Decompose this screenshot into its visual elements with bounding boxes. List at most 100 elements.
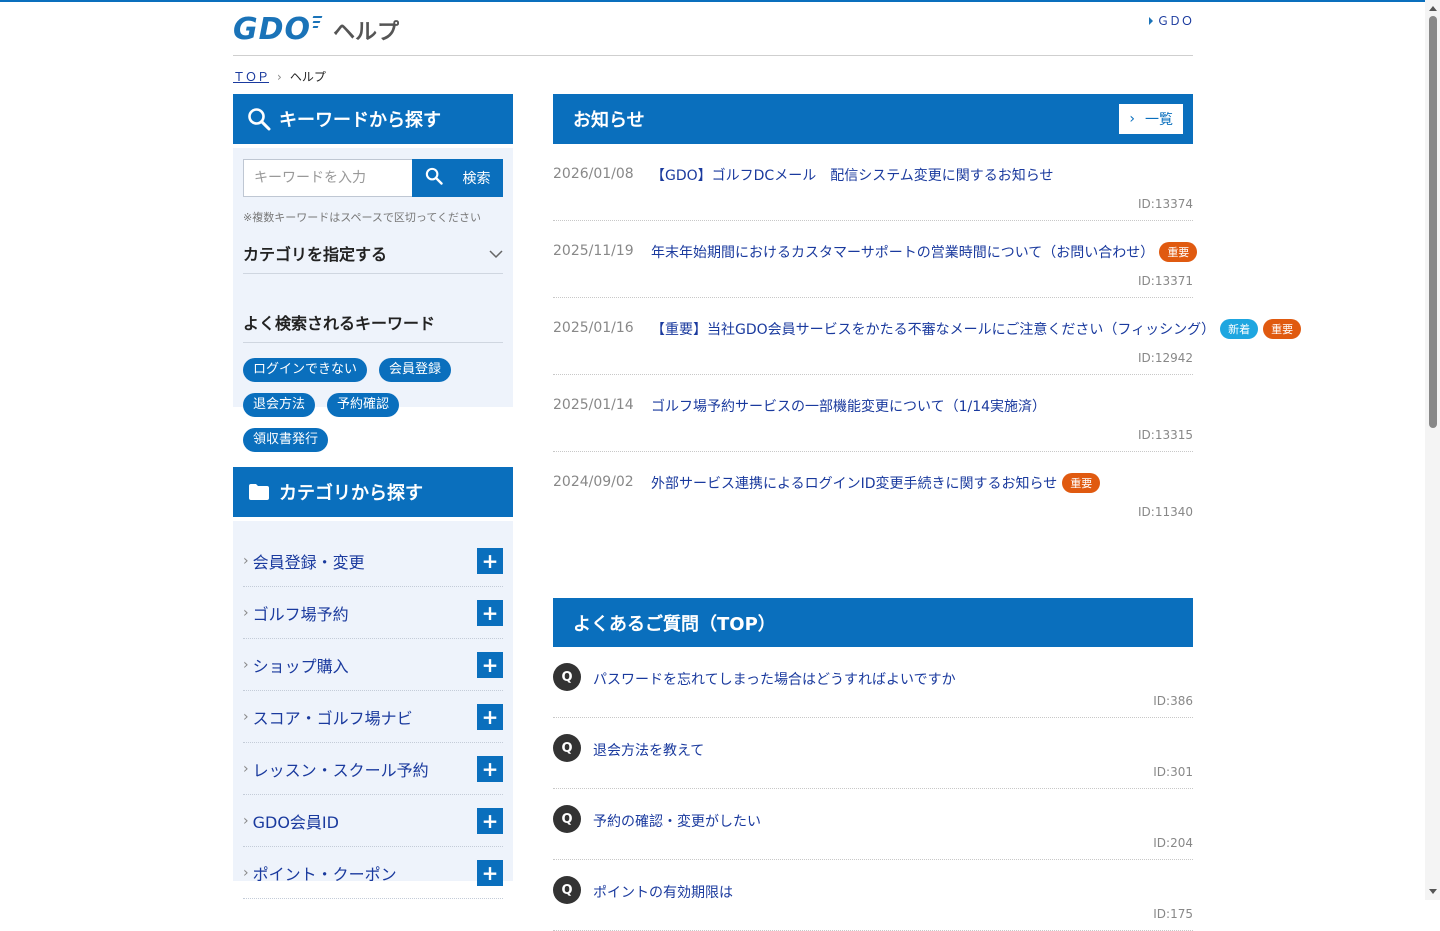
news-link[interactable]: 【GDO】ゴルフDCメール 配信システム変更に関するお知らせ (651, 165, 1054, 185)
news-title: お知らせ (573, 110, 645, 131)
news-id: ID:13371 (1138, 274, 1193, 288)
news-item: 2025/01/16 【重要】当社GDO会員サービスをかたる不審なメールにご注意… (553, 298, 1302, 375)
search-note: ※複数キーワードはスペースで区切ってください (243, 211, 482, 224)
news-date: 2025/01/14 (553, 397, 634, 413)
category-item: › ポイント・クーポン + (243, 847, 503, 899)
vertical-scrollbar[interactable] (1425, 0, 1440, 900)
news-header: お知らせ › 一覧 (553, 94, 1193, 144)
chevron-right-icon: › (243, 812, 249, 829)
faq-title: よくあるご質問（TOP） (573, 613, 776, 635)
scroll-up-arrow-icon[interactable] (1429, 6, 1437, 11)
keyword-tag[interactable]: 予約確認 (327, 393, 400, 417)
faq-item: Q 予約の確認・変更がしたい ID:204 (553, 789, 1193, 860)
news-item-title: 年末年始期間におけるカスタマーサポートの営業時間について（お問い合わせ） (651, 245, 1155, 261)
category-item: › スコア・ゴルフ場ナビ + (243, 691, 503, 743)
breadcrumb-home-link[interactable]: ＴＯＰ (233, 70, 269, 84)
important-badge: 重要 (1263, 319, 1302, 339)
chevron-right-icon: › (243, 708, 249, 725)
category-label: ポイント・クーポン (252, 864, 397, 884)
scrollbar-thumb[interactable] (1429, 16, 1437, 428)
news-id: ID:12942 (1138, 351, 1193, 365)
faq-item: Q パスワードを忘れてしまった場合はどうすればよいですか ID:386 (553, 647, 1193, 718)
faq-question-link[interactable]: ポイントの有効期限は (593, 882, 733, 902)
category-link[interactable]: › ポイント・クーポン (243, 861, 397, 885)
news-date: 2024/09/02 (553, 474, 634, 490)
category-panel-title: カテゴリから探す (279, 483, 423, 504)
search-panel-body: 検索 ※複数キーワードはスペースで区切ってください カテゴリを指定する よく検索… (233, 148, 513, 452)
category-link[interactable]: › スコア・ゴルフ場ナビ (243, 705, 413, 729)
popular-keywords-title: よく検索されるキーワード (243, 310, 503, 343)
site-header: GDO ヘルプ ＧＤＯ (233, 2, 1193, 56)
news-link[interactable]: 【重要】当社GDO会員サービスをかたる不審なメールにご注意ください（フィッシング… (651, 319, 1302, 339)
gdo-help-logo[interactable]: GDO ヘルプ (233, 12, 399, 47)
keyword-tag[interactable]: 会員登録 (379, 358, 452, 382)
category-label: スコア・ゴルフ場ナビ (252, 708, 413, 728)
logo-help-text: ヘルプ (333, 19, 400, 45)
category-link[interactable]: › GDO会員ID (243, 809, 339, 833)
news-item: 2026/01/08 【GDO】ゴルフDCメール 配信システム変更に関するお知ら… (553, 144, 1193, 221)
news-date: 2026/01/08 (553, 166, 634, 182)
important-badge: 重要 (1062, 473, 1101, 493)
category-label: ショップ購入 (252, 656, 349, 676)
folder-icon (247, 480, 271, 504)
search-button[interactable]: 検索 (412, 159, 503, 197)
expand-plus-icon[interactable]: + (477, 807, 503, 834)
breadcrumb-chevron-icon: › (277, 70, 282, 84)
keyword-tag[interactable]: 領収書発行 (243, 428, 329, 452)
search-button-label: 検索 (462, 171, 491, 187)
category-label: レッスン・スクール予約 (252, 760, 429, 780)
category-link[interactable]: › レッスン・スクール予約 (243, 757, 429, 781)
keyword-tag[interactable]: ログインできない (243, 358, 368, 382)
category-link[interactable]: › 会員登録・変更 (243, 549, 365, 573)
news-date: 2025/11/19 (553, 243, 634, 259)
expand-plus-icon[interactable]: + (477, 703, 503, 730)
search-button-icon (425, 167, 443, 189)
right-column: お知らせ › 一覧 2026/01/08 【GDO】ゴルフDCメール 配信システム… (553, 94, 1302, 931)
faq-item: Q 退会方法を教えて ID:301 (553, 718, 1193, 789)
chevron-right-icon: › (243, 552, 249, 569)
category-item: › ゴルフ場予約 + (243, 587, 503, 639)
news-link[interactable]: 年末年始期間におけるカスタマーサポートの営業時間について（お問い合わせ） 重要 (651, 242, 1198, 262)
expand-plus-icon[interactable]: + (477, 651, 503, 678)
gdo-top-link[interactable]: ＧＤＯ (1149, 12, 1193, 29)
category-link[interactable]: › ゴルフ場予約 (243, 601, 349, 625)
expand-plus-icon[interactable]: + (477, 547, 503, 574)
new-badge: 新着 (1220, 319, 1259, 339)
search-form: 検索 (243, 159, 503, 197)
faq-question-link[interactable]: パスワードを忘れてしまった場合はどうすればよいですか (593, 669, 956, 689)
expand-plus-icon[interactable]: + (477, 755, 503, 782)
chevron-right-icon: › (243, 864, 249, 881)
category-panel-header: カテゴリから探す (233, 467, 513, 517)
faq-question-link[interactable]: 予約の確認・変更がしたい (593, 811, 761, 831)
expand-plus-icon[interactable]: + (477, 599, 503, 626)
category-link[interactable]: › ショップ購入 (243, 653, 349, 677)
question-icon: Q (553, 805, 581, 833)
faq-id: ID:204 (1153, 836, 1193, 850)
scroll-down-arrow-icon[interactable] (1429, 889, 1437, 894)
breadcrumb-current: ヘルプ (289, 70, 326, 84)
category-filter-label: カテゴリを指定する (243, 245, 388, 264)
faq-question-link[interactable]: 退会方法を教えて (593, 740, 704, 760)
question-icon: Q (553, 663, 581, 691)
news-link[interactable]: ゴルフ場予約サービスの一部機能変更について（1/14実施済） (651, 396, 1046, 416)
faq-item: Q ポイントの有効期限は ID:175 (553, 860, 1193, 931)
keyword-tag[interactable]: 退会方法 (243, 393, 316, 417)
category-label: ゴルフ場予約 (252, 604, 349, 624)
search-input[interactable] (243, 159, 412, 197)
category-item: › GDO会員ID + (243, 795, 503, 847)
news-item-title: 外部サービス連携によるログインID変更手続きに関するお知らせ (651, 476, 1058, 492)
category-filter-accordion[interactable]: カテゴリを指定する (243, 241, 503, 274)
news-link[interactable]: 外部サービス連携によるログインID変更手続きに関するお知らせ 重要 (651, 473, 1101, 493)
category-list: › 会員登録・変更 + › ゴルフ場予約 + › ショップ購入 + › スコア・ゴルフ場… (233, 521, 513, 899)
news-list-button[interactable]: › 一覧 (1119, 104, 1183, 134)
left-column: キーワードから探す 検索 ※複数キーワードはスペースで区切ってください カテゴリ… (233, 94, 513, 899)
expand-plus-icon[interactable]: + (477, 859, 503, 886)
news-item-title: 【GDO】ゴルフDCメール 配信システム変更に関するお知らせ (651, 168, 1054, 184)
news-item: 2024/09/02 外部サービス連携によるログインID変更手続きに関するお知ら… (553, 452, 1193, 528)
logo-mark-icon (312, 15, 325, 34)
logo-gdo-text: GDO (233, 12, 312, 47)
news-item: 2025/11/19 年末年始期間におけるカスタマーサポートの営業時間について（… (553, 221, 1198, 298)
category-item: › ショップ購入 + (243, 639, 503, 691)
news-id: ID:13315 (1138, 428, 1193, 442)
faq-header: よくあるご質問（TOP） (553, 598, 1193, 647)
